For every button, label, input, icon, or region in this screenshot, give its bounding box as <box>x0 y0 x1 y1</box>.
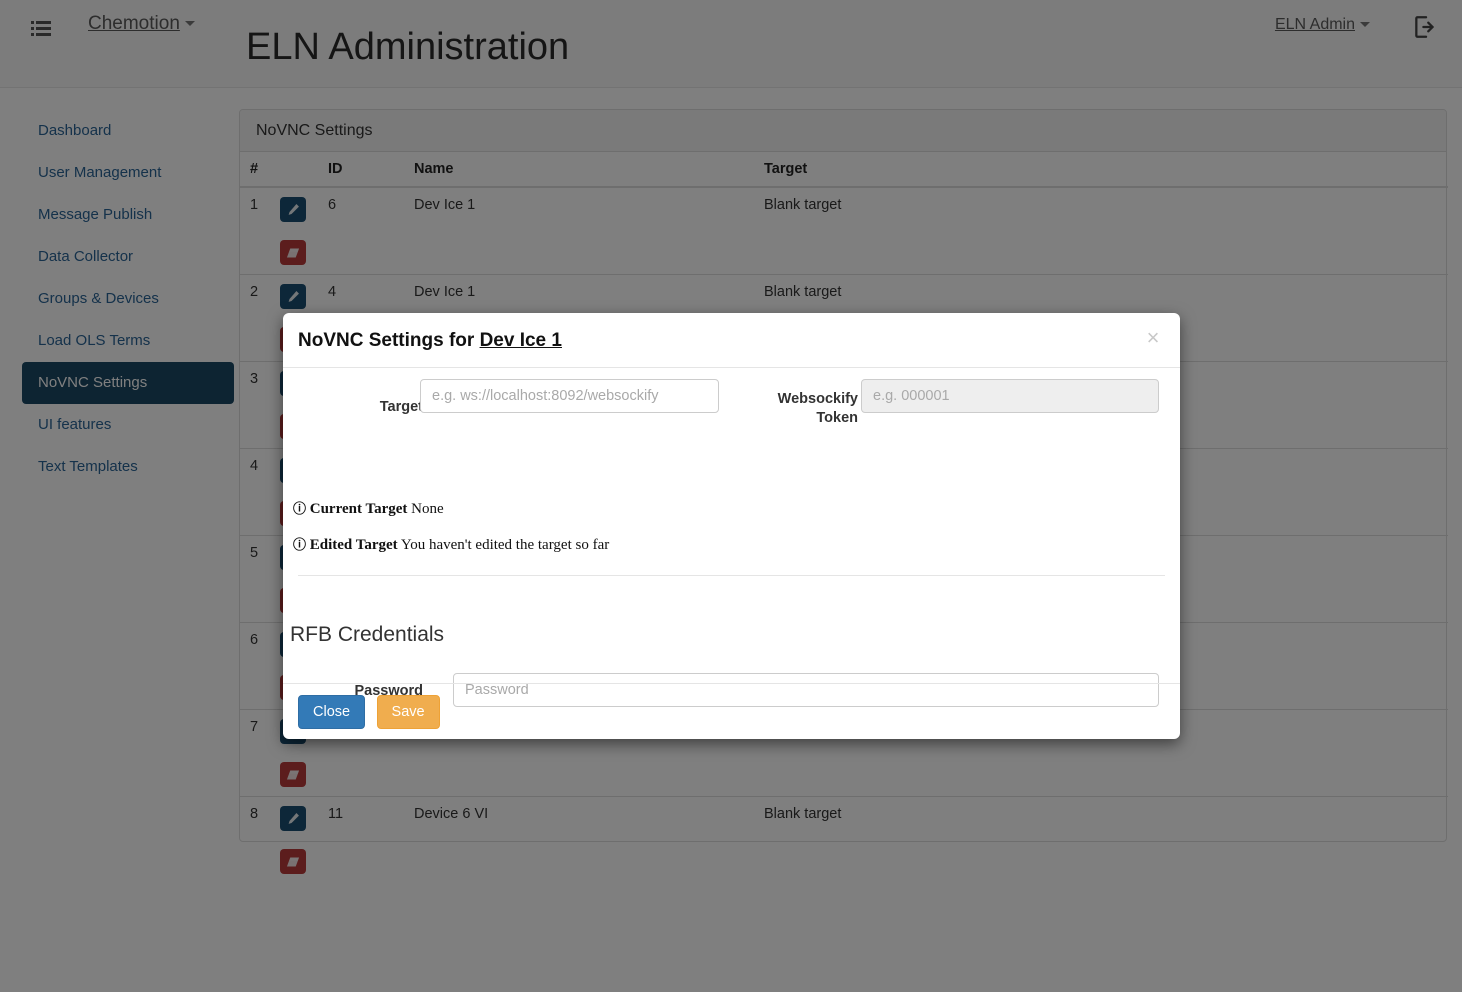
modal-title-prefix: NoVNC Settings for <box>298 330 480 351</box>
current-target-info: ⓘ Current Target None <box>293 498 444 518</box>
target-input[interactable] <box>420 379 719 413</box>
edited-target-value: You haven't edited the target so far <box>400 537 610 553</box>
close-icon[interactable]: × <box>1140 325 1166 351</box>
websockify-token-label-line1: Websockify <box>777 391 858 407</box>
info-circle-icon: ⓘ <box>293 501 307 516</box>
current-target-value: None <box>411 501 444 517</box>
websockify-token-input[interactable] <box>861 379 1159 413</box>
info-circle-icon: ⓘ <box>293 537 307 552</box>
rfb-credentials-title: RFB Credentials <box>290 623 445 646</box>
modal-title: NoVNC Settings for Dev Ice 1 <box>298 330 562 352</box>
websockify-token-label-line2: Token <box>816 410 858 426</box>
current-target-label: Current Target <box>309 501 408 517</box>
save-button[interactable]: Save <box>376 695 440 729</box>
edited-target-info: ⓘ Edited Target You haven't edited the t… <box>293 534 609 554</box>
modal-title-device: Dev Ice 1 <box>479 330 562 351</box>
modal-body: Target Websockify Token ⓘ Current Target… <box>283 368 1180 707</box>
section-divider <box>298 575 1165 576</box>
modal-header: NoVNC Settings for Dev Ice 1 × <box>283 313 1180 368</box>
novnc-settings-modal: NoVNC Settings for Dev Ice 1 × Target We… <box>283 313 1180 739</box>
target-label: Target <box>379 399 423 415</box>
edited-target-label: Edited Target <box>309 537 398 553</box>
modal-footer: Close Save <box>283 683 1180 739</box>
target-row: Target Websockify Token <box>283 379 1180 438</box>
close-button[interactable]: Close <box>298 695 366 729</box>
websockify-token-label: Websockify Token <box>728 390 858 428</box>
